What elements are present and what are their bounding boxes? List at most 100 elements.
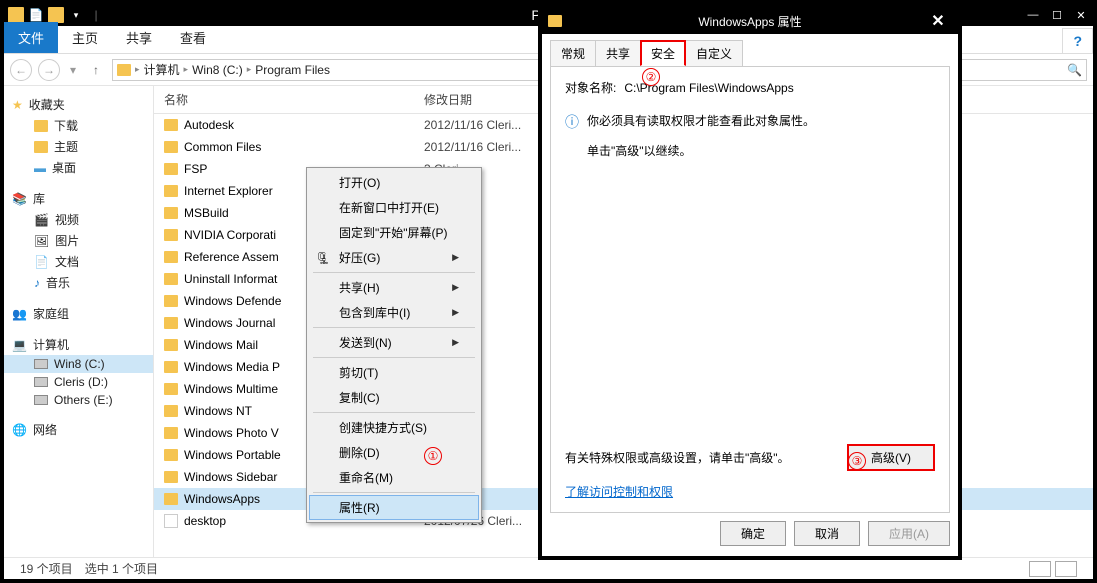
menu-item-label: 重命名(M) [339, 469, 393, 486]
nav-forward[interactable]: → [38, 59, 60, 81]
annotation-2: ② [642, 68, 660, 86]
submenu-arrow-icon: ▶ [452, 282, 459, 293]
menu-item[interactable]: 打开(O) [309, 170, 479, 195]
library-icon: 📚 [12, 192, 27, 206]
menu-item[interactable]: 发送到(N)▶ [309, 330, 479, 355]
sidebar-item-music[interactable]: ♪音乐 [4, 272, 153, 293]
menu-item[interactable]: 属性(R) [309, 495, 479, 520]
sidebar-favorites[interactable]: ★收藏夹 [4, 94, 153, 115]
star-icon: ★ [12, 98, 23, 112]
sidebar-libraries[interactable]: 📚库 [4, 188, 153, 209]
menu-item[interactable]: 包含到库中(I)▶ [309, 300, 479, 325]
menu-item-label: 固定到"开始"屏幕(P) [339, 224, 448, 241]
view-details-button[interactable] [1029, 561, 1051, 577]
file-name: Windows NT [184, 404, 252, 418]
sidebar-item-documents[interactable]: 📄文档 [4, 251, 153, 272]
sidebar-item-theme[interactable]: 主题 [4, 136, 153, 157]
cancel-button[interactable]: 取消 [794, 521, 860, 546]
file-name: Windows Sidebar [184, 470, 277, 484]
tab-home[interactable]: 主页 [58, 22, 112, 53]
sidebar-item-desktop[interactable]: ▬桌面 [4, 157, 153, 178]
music-icon: ♪ [34, 276, 40, 290]
file-name: Reference Assem [184, 250, 279, 264]
drive-icon [34, 377, 48, 387]
nav-back[interactable]: ← [10, 59, 32, 81]
tab-general[interactable]: 常规 [550, 40, 596, 66]
menu-item[interactable]: 创建快捷方式(S) [309, 415, 479, 440]
view-icons-button[interactable] [1055, 561, 1077, 577]
tab-file[interactable]: 文件 [4, 22, 58, 53]
file-name: desktop [184, 514, 226, 528]
ok-button[interactable]: 确定 [720, 521, 786, 546]
continue-msg: 单击"高级"以继续。 [587, 142, 692, 159]
qat-icon-3[interactable] [48, 7, 64, 23]
col-date[interactable]: 修改日期 [424, 91, 472, 108]
folder-icon [164, 339, 178, 351]
search-icon: 🔍 [1067, 63, 1082, 77]
qat-icon-1[interactable] [8, 7, 24, 23]
menu-item[interactable]: 重命名(M) [309, 465, 479, 490]
menu-item[interactable]: 在新窗口中打开(E) [309, 195, 479, 220]
learn-link[interactable]: 了解访问控制和权限 [565, 485, 673, 499]
minimize-button[interactable]: — [1021, 6, 1045, 24]
tab-sharing[interactable]: 共享 [595, 40, 641, 66]
qat-dropdown[interactable]: ▾ [68, 7, 84, 23]
menu-item[interactable]: 删除(D) [309, 440, 479, 465]
info-icon: ⓘ [565, 112, 579, 132]
menu-item[interactable]: 🗜好压(G)▶ [309, 245, 479, 270]
nav-history[interactable]: ▾ [66, 63, 80, 77]
properties-tabs: 常规 共享 安全 自定义 [550, 40, 950, 67]
sidebar-item-downloads[interactable]: 下载 [4, 115, 153, 136]
close-button[interactable]: ✕ [1069, 6, 1093, 24]
folder-icon [164, 449, 178, 461]
menu-item[interactable]: 剪切(T) [309, 360, 479, 385]
apply-button[interactable]: 应用(A) [868, 521, 950, 546]
folder-icon [164, 471, 178, 483]
tab-share[interactable]: 共享 [112, 22, 166, 53]
sidebar-item-pictures[interactable]: 🖼图片 [4, 230, 153, 251]
status-selected: 选中 1 个项目 [85, 560, 158, 577]
tab-customize[interactable]: 自定义 [685, 40, 743, 66]
folder-icon [164, 295, 178, 307]
sidebar-homegroup[interactable]: 👥家庭组 [4, 303, 153, 324]
file-date: 2012/11/16 Cleri... [424, 118, 521, 132]
help-button[interactable]: ? [1062, 28, 1093, 53]
breadcrumb-seg-0[interactable]: 计算机 [144, 61, 180, 78]
breadcrumb-seg-2[interactable]: Program Files [255, 63, 330, 77]
folder-icon [164, 383, 178, 395]
sidebar: ★收藏夹 下载 主题 ▬桌面 📚库 🎬视频 🖼图片 📄文档 ♪音乐 👥家庭组 💻… [4, 86, 154, 557]
sidebar-item-d-drive[interactable]: Cleris (D:) [4, 373, 153, 391]
sidebar-network[interactable]: 🌐网络 [4, 419, 153, 440]
breadcrumb-seg-1[interactable]: Win8 (C:) [192, 63, 243, 77]
qat-divider: | [88, 7, 104, 23]
col-name[interactable]: 名称 [164, 91, 424, 108]
video-icon: 🎬 [34, 213, 49, 227]
network-icon: 🌐 [12, 423, 27, 437]
properties-titlebar: WindowsApps 属性 ✕ [542, 8, 958, 34]
folder-icon [34, 141, 48, 153]
tab-security[interactable]: 安全 [640, 40, 686, 66]
menu-item[interactable]: 固定到"开始"屏幕(P) [309, 220, 479, 245]
folder-icon [164, 207, 178, 219]
folder-icon [164, 163, 178, 175]
file-name: Common Files [184, 140, 261, 154]
sidebar-item-c-drive[interactable]: Win8 (C:) [4, 355, 153, 373]
qat-icon-2[interactable]: 📄 [28, 7, 44, 23]
submenu-arrow-icon: ▶ [452, 252, 459, 263]
menu-item[interactable]: 复制(C) [309, 385, 479, 410]
sidebar-item-videos[interactable]: 🎬视频 [4, 209, 153, 230]
close-button[interactable]: ✕ [918, 8, 958, 34]
folder-icon [164, 493, 178, 505]
ini-icon [164, 514, 178, 528]
file-name: Windows Mail [184, 338, 258, 352]
sidebar-computer[interactable]: 💻计算机 [4, 334, 153, 355]
menu-item-label: 属性(R) [339, 499, 380, 516]
menu-item-label: 删除(D) [339, 444, 380, 461]
maximize-button[interactable]: ☐ [1045, 6, 1069, 24]
file-name: WindowsApps [184, 492, 260, 506]
sidebar-item-e-drive[interactable]: Others (E:) [4, 391, 153, 409]
menu-item[interactable]: 共享(H)▶ [309, 275, 479, 300]
nav-up[interactable]: ↑ [86, 60, 106, 80]
tab-view[interactable]: 查看 [166, 22, 220, 53]
menu-item-label: 剪切(T) [339, 364, 378, 381]
